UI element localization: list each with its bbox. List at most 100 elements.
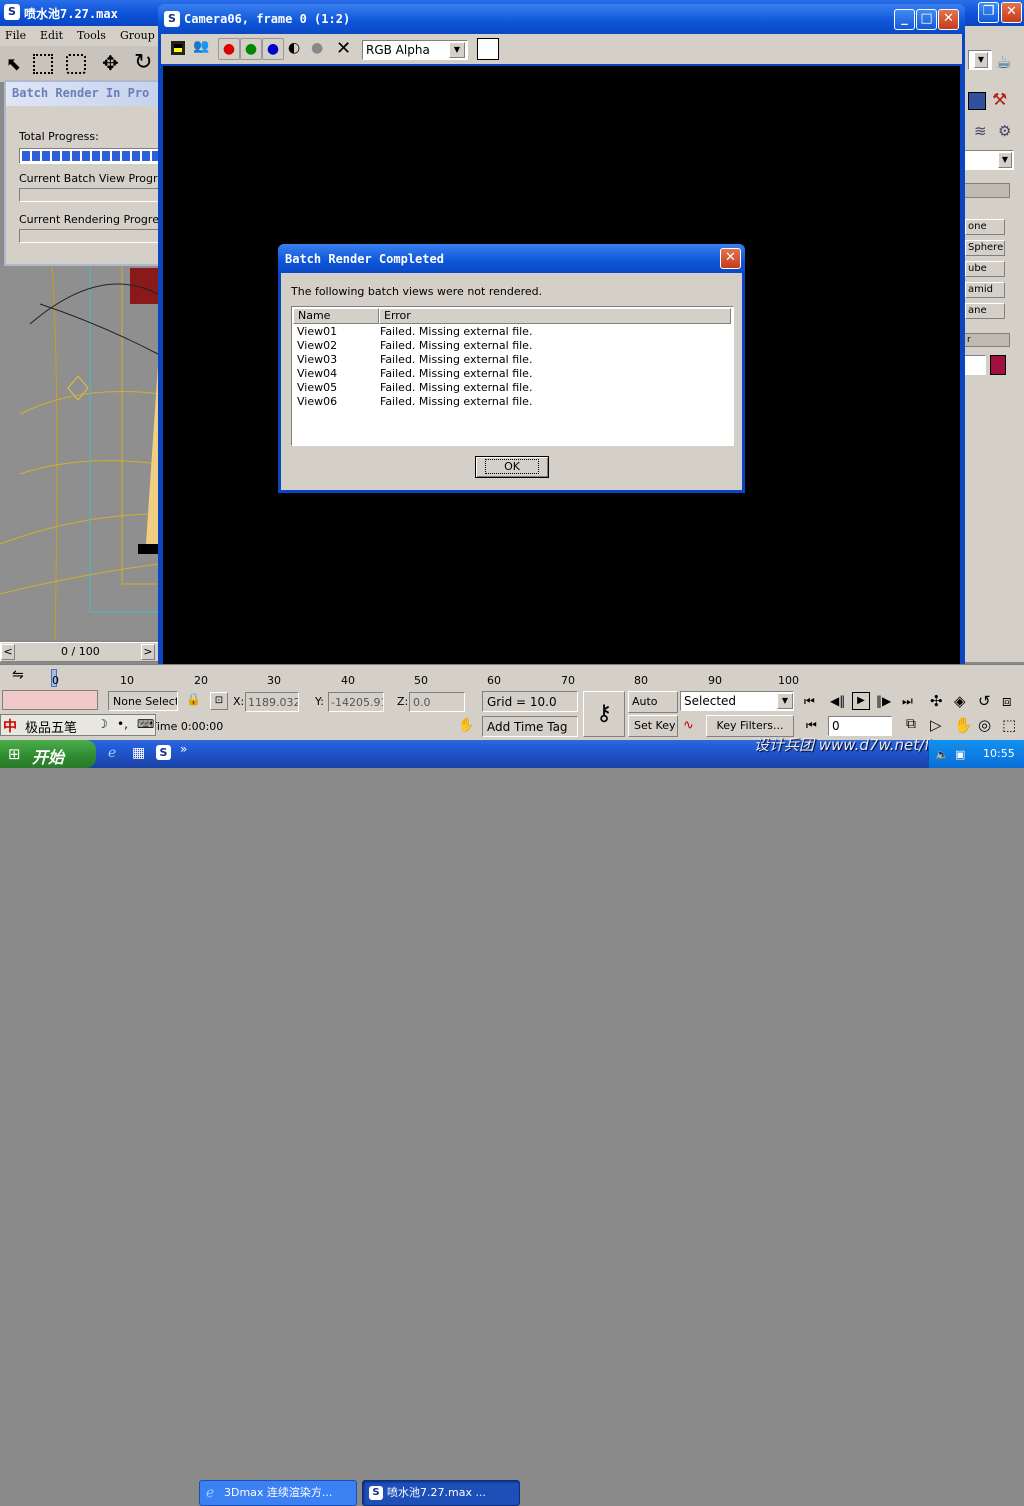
frame-close-button[interactable]: ✕ [938,9,959,30]
z-coordinate-field[interactable]: 0.0 [409,692,465,712]
timeline-ruler[interactable]: ⇋ [0,664,1024,688]
list-item[interactable]: View06 Failed. Missing external file. [293,395,731,409]
network-icon[interactable]: ▣ [955,748,965,761]
list-item[interactable]: View05 Failed. Missing external file. [293,381,731,395]
create-button-pyramid[interactable]: amid [965,282,1005,298]
channel-select[interactable]: RGB Alpha ▼ [362,40,468,60]
time-config-icon[interactable]: ⧉ [906,716,916,732]
frame-maximize-button[interactable]: □ [916,9,937,30]
maximize-viewport-icon[interactable]: ⧈ [1002,692,1012,710]
rotate-icon[interactable]: ↻ [134,50,152,75]
clear-icon[interactable]: ✕ [336,38,351,59]
green-channel-icon[interactable]: ● [240,38,262,60]
category-dropdown-arrow[interactable]: ▼ [998,152,1012,168]
list-item[interactable]: View03 Failed. Missing external file. [293,353,731,367]
ie-quicklaunch-icon[interactable]: ℯ [108,745,116,761]
add-time-tag-field[interactable]: Add Time Tag [482,716,578,737]
orbit-icon[interactable]: ↺ [978,692,991,710]
save-image-icon[interactable] [171,41,185,55]
y-coordinate-field[interactable]: -14205.912 [328,692,384,712]
go-to-start-icon[interactable]: ⏮ [804,694,815,709]
menu-file[interactable]: File [5,29,26,42]
chevron-down-icon[interactable]: ▼ [777,693,793,709]
main-restore-button[interactable]: ❐ [978,2,999,23]
menu-edit[interactable]: Edit [40,29,63,42]
column-header-error[interactable]: Error [379,308,731,324]
menu-tools[interactable]: Tools [77,29,106,42]
list-item[interactable]: View01 Failed. Missing external file. [293,325,731,339]
create-button-cone[interactable]: one [965,219,1005,235]
list-item[interactable]: View04 Failed. Missing external file. [293,367,731,381]
move-icon[interactable]: ✥ [102,51,119,75]
create-button-plane[interactable]: ane [965,303,1005,319]
clone-window-icon[interactable]: 👥 [193,39,209,54]
ime-halfwidth-icon[interactable]: ☽ [97,717,108,731]
spacewarps-icon[interactable]: ≋ [974,122,987,140]
alpha-channel-icon[interactable]: ● [311,40,323,56]
systems-icon[interactable]: ⚙ [998,122,1011,140]
volume-icon[interactable]: 🔈 [935,748,949,761]
mono-channel-icon[interactable]: ◐ [288,40,300,56]
auto-key-button[interactable]: Auto Key [628,691,678,728]
red-channel-icon[interactable]: ● [218,38,240,60]
region-select-icon[interactable] [33,54,53,74]
select-by-name-icon[interactable] [66,54,86,74]
viewport[interactable] [0,264,160,640]
play-icon[interactable]: ▶ [852,692,870,710]
ime-keyboard-icon[interactable]: ⌨ [137,717,154,731]
hand-pan-icon[interactable]: ✋ [954,716,973,734]
display-icon[interactable] [968,92,986,110]
ime-punctuation-icon[interactable]: •, [117,717,128,731]
lock-selection-icon[interactable]: 🔒 [186,692,201,706]
pan-icon[interactable]: ✣ [930,692,943,710]
taskbar-task-3dsmax[interactable]: S 喷水池7.27.max ... [362,1480,520,1506]
blue-channel-icon[interactable]: ● [262,38,284,60]
set-key-mode-button[interactable]: ⚷ [583,691,625,737]
absolute-mode-icon[interactable]: ⊡ [210,692,228,710]
teapot-icon[interactable]: ☕ [996,52,1012,73]
ok-button[interactable]: OK [475,456,549,478]
set-key-button[interactable]: Set Key [628,715,678,737]
time-slider[interactable]: < 0 / 100 > [0,642,160,662]
create-button-tube[interactable]: ube [965,261,1005,277]
list-item[interactable]: View02 Failed. Missing external file. [293,339,731,353]
object-name-field[interactable] [964,355,986,375]
quicklaunch-expand-icon[interactable]: » [180,742,187,756]
chevron-down-icon[interactable]: ▼ [449,42,465,58]
taskbar-task-browser[interactable]: ℯ 3Dmax 连续渲染方... [199,1480,357,1506]
ime-toolbar[interactable]: 中 极品五笔 ☽ •, ⌨ [0,714,156,736]
time-slider-next-button[interactable]: > [141,644,155,660]
menu-group[interactable]: Group [120,29,155,42]
key-mode-select[interactable]: Selected ▼ [680,691,794,711]
select-object-icon[interactable]: ⬉ [6,54,21,75]
go-to-end-icon[interactable]: ⏭ [902,694,913,709]
zoom-extents-icon[interactable]: ◈ [954,692,966,710]
start-button[interactable]: ⊞ 开始 [0,740,96,768]
dialog-close-button[interactable]: ✕ [720,248,741,269]
min-max-toggle-icon[interactable]: ⬚ [1002,716,1016,734]
failed-views-list[interactable]: Name Error View01 Failed. Missing externa… [291,306,734,446]
main-close-button[interactable]: ✕ [1001,2,1022,23]
current-frame-field[interactable]: 0 [828,716,892,736]
x-coordinate-field[interactable]: 1189.032 [245,692,299,712]
key-tangent-icon[interactable]: ∿ [683,718,694,733]
utilities-icon[interactable]: ⚒ [992,90,1007,110]
column-header-name[interactable]: Name [293,308,379,324]
frame-minimize-button[interactable]: _ [894,9,915,30]
time-tag-icon[interactable]: ✋ [458,718,474,733]
object-color-swatch[interactable] [990,355,1006,375]
maxscript-listener[interactable] [2,690,98,710]
arc-rotate-icon[interactable]: ◎ [978,716,991,734]
time-slider-prev-button[interactable]: < [1,644,15,660]
panel-dropdown-arrow[interactable]: ▼ [974,52,988,68]
previous-frame-icon[interactable]: ◀‖ [830,694,845,708]
max-quicklaunch-icon[interactable]: S [156,745,171,760]
desktop-quicklaunch-icon[interactable]: ▦ [132,745,145,761]
mini-curve-editor-icon[interactable]: ⇋ [12,667,24,683]
ime-chinese-icon[interactable]: 中 [3,716,17,736]
key-mode-toggle-icon[interactable]: ⏮ [806,718,817,733]
next-frame-icon[interactable]: ‖▶ [876,694,891,708]
create-button-sphere[interactable]: Sphere [965,240,1005,256]
color-swatch[interactable] [477,38,499,60]
field-of-view-icon[interactable]: ▷ [930,716,942,734]
